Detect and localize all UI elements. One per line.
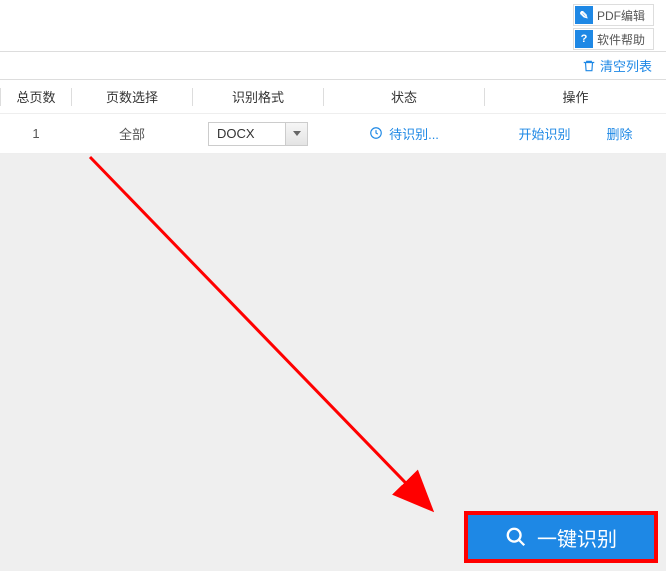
help-link[interactable]: ? 软件帮助 <box>573 28 654 50</box>
search-icon <box>505 526 527 548</box>
header-action: 操作 <box>485 87 666 106</box>
header-format: 识别格式 <box>193 87 323 106</box>
table-header: 总页数 页数选择 识别格式 状态 操作 <box>0 80 666 114</box>
recognize-button-highlight: 一键识别 <box>464 511 658 563</box>
toolbar-row: 清空列表 <box>0 52 666 80</box>
header-select: 页数选择 <box>72 87 192 106</box>
recognize-button-label: 一键识别 <box>537 523 617 552</box>
cell-format: DOCX <box>193 122 323 146</box>
cell-status: 待识别... <box>324 124 484 144</box>
chevron-down-icon <box>285 123 307 145</box>
table-row: 1 全部 DOCX 待识别... 开始识别 删除 <box>0 114 666 154</box>
cell-select[interactable]: 全部 <box>72 124 192 143</box>
trash-icon <box>582 59 596 73</box>
format-value: DOCX <box>209 126 285 141</box>
delete-link[interactable]: 删除 <box>607 124 633 143</box>
format-select[interactable]: DOCX <box>208 122 308 146</box>
start-recognition-link[interactable]: 开始识别 <box>518 124 570 143</box>
cell-action: 开始识别 删除 <box>485 124 666 143</box>
clear-list-label: 清空列表 <box>600 56 652 75</box>
top-right-links: ✎ PDF编辑 ? 软件帮助 <box>573 4 654 50</box>
cell-pages: 1 <box>1 126 71 141</box>
clock-icon <box>369 126 383 140</box>
body-area <box>0 154 666 571</box>
help-label: 软件帮助 <box>597 31 645 48</box>
clear-list-button[interactable]: 清空列表 <box>582 56 652 75</box>
help-icon: ? <box>575 30 593 48</box>
pencil-icon: ✎ <box>575 6 593 24</box>
top-bar: ✎ PDF编辑 ? 软件帮助 <box>0 0 666 52</box>
status-text: 待识别... <box>389 124 439 143</box>
recognize-button[interactable]: 一键识别 <box>468 515 654 559</box>
pdf-edit-label: PDF编辑 <box>597 7 645 24</box>
pdf-edit-link[interactable]: ✎ PDF编辑 <box>573 4 654 26</box>
header-pages: 总页数 <box>1 87 71 106</box>
header-status: 状态 <box>324 87 484 106</box>
